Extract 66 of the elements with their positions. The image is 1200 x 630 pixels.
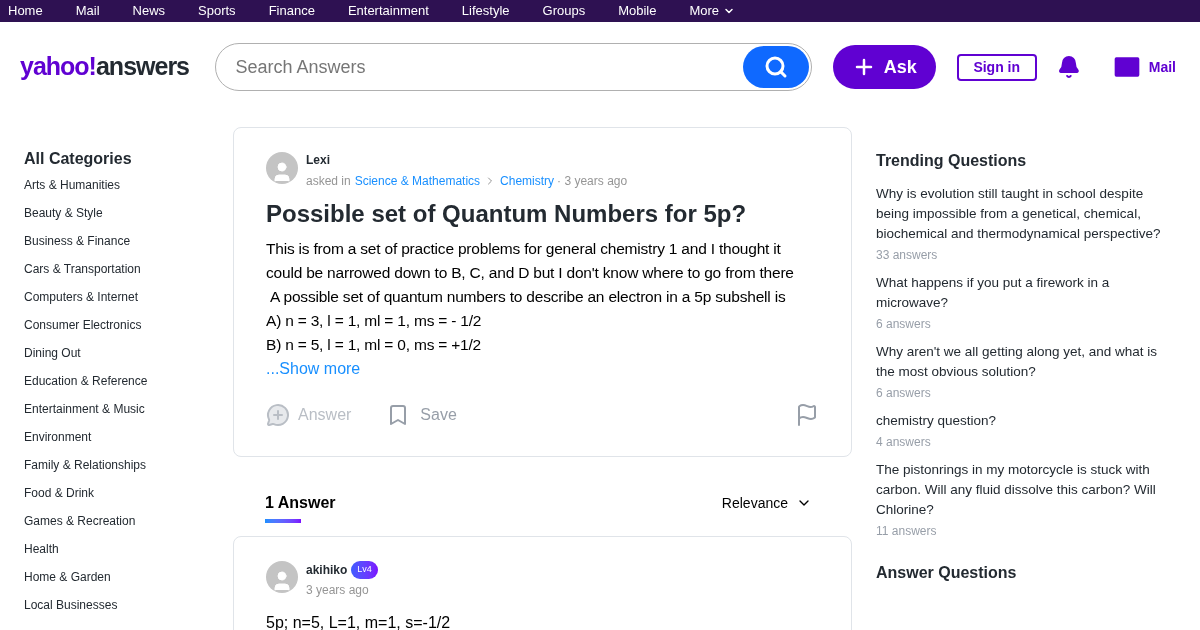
- nav-link[interactable]: Home: [8, 1, 43, 21]
- sort-dropdown[interactable]: Relevance: [721, 493, 812, 513]
- trending-title: Trending Questions: [876, 151, 1028, 171]
- mail-link[interactable]: Mail: [1148, 57, 1176, 77]
- nav-link[interactable]: More: [689, 1, 736, 21]
- question-title: Possible set of Quantum Numbers for 5p?: [266, 199, 748, 229]
- category-link[interactable]: Entertainment & Music: [24, 401, 233, 429]
- trending-question-link[interactable]: The pistonrings in my motorcycle is stuck with carbon. Will any fluid dissolve this carbon? Will Chlorine?: [876, 460, 1162, 520]
- nav-link[interactable]: Lifestyle: [461, 1, 510, 21]
- answers-count-heading: 1 Answer: [265, 493, 336, 513]
- avatar-icon: [266, 152, 298, 184]
- nav-link[interactable]: Groups: [542, 1, 586, 21]
- nav-link[interactable]: Mobile: [618, 1, 657, 21]
- question-time: · 3 years ago: [557, 173, 628, 189]
- trending-question-link[interactable]: Why aren't we all getting along yet, and what is the most obvious solution?: [876, 342, 1162, 382]
- category-link[interactable]: Education & Reference: [24, 373, 233, 401]
- nav-link[interactable]: News: [132, 1, 166, 21]
- answer-count: 11 answers: [876, 523, 938, 539]
- trending-question-link[interactable]: chemistry question?: [876, 411, 1162, 431]
- category-link[interactable]: Health: [24, 541, 233, 569]
- category-link[interactable]: Business & Finance: [24, 233, 233, 261]
- category-link[interactable]: Dining Out: [24, 345, 233, 373]
- heading-underline: [265, 519, 301, 523]
- logo[interactable]: yahoo!answers: [20, 48, 215, 86]
- category-link[interactable]: Games & Recreation: [24, 513, 233, 541]
- question-text: B) n = 5, l = 1, ml = 0, ms = +1/2: [266, 335, 483, 355]
- answer-count: 33 answers: [876, 247, 939, 263]
- category-link[interactable]: Environment: [24, 429, 233, 457]
- question-text: A) n = 3, l = 1, ml = 1, ms = - 1/2: [266, 311, 483, 331]
- nav-link[interactable]: Entertainment: [347, 1, 429, 21]
- nav-link[interactable]: Finance: [268, 1, 315, 21]
- category-link[interactable]: Family & Relationships: [24, 457, 233, 485]
- trending-question-link[interactable]: What happens if you put a firework in a microwave?: [876, 273, 1162, 313]
- answer-text: 5p; n=5, L=1, m=1, s=-1/2: [266, 612, 452, 630]
- nav-link[interactable]: Mail: [75, 1, 100, 21]
- flag-icon[interactable]: [795, 403, 819, 427]
- level-badge: Lv4: [351, 561, 378, 579]
- search-icon: [764, 55, 789, 79]
- search-field[interactable]: Search Answers: [235, 53, 744, 81]
- answer-count: 6 answers: [876, 385, 932, 401]
- trending-question-link[interactable]: Why is evolution still taught in school despite being impossible from a genetical, chemical, biochemical and thermodynamical perspective?: [876, 184, 1162, 244]
- category-link[interactable]: Cars & Transportation: [24, 261, 233, 289]
- nav-link[interactable]: Sports: [198, 1, 236, 21]
- sign-in-button[interactable]: Sign in: [956, 53, 1037, 81]
- category-link[interactable]: Local Businesses: [24, 597, 233, 625]
- answer-questions-title: Answer Questions: [876, 563, 1018, 583]
- asked-in-label: asked in: [306, 173, 351, 189]
- sidebar-title: All Categories: [24, 149, 133, 169]
- question-text: A possible set of quantum numbers to describe an electron in a 5p subshell is: [269, 287, 787, 307]
- answer-count: 4 answers: [876, 434, 932, 450]
- answer-time: 3 years ago: [306, 581, 370, 598]
- category-link[interactable]: Beauty & Style: [24, 205, 233, 233]
- avatar-icon: [266, 561, 298, 593]
- author-name[interactable]: Lexi: [306, 152, 628, 168]
- category-link[interactable]: Computers & Internet: [24, 289, 233, 317]
- question-text: This is from a set of practice problems for general chemistry 1 and I thought it could be narrowed down to B, C, and D but I don't know where to go from there: [266, 239, 795, 283]
- notification-bell-icon[interactable]: [1056, 55, 1081, 79]
- ask-button[interactable]: Ask: [833, 45, 936, 89]
- search-button[interactable]: [743, 46, 810, 88]
- comment-plus-icon: [266, 403, 290, 427]
- author-name[interactable]: akihiko: [306, 561, 348, 578]
- category-link[interactable]: Home & Garden: [24, 569, 233, 597]
- answer-count: 6 answers: [876, 316, 932, 332]
- category-link[interactable]: Arts & Humanities: [24, 177, 233, 205]
- category-link[interactable]: Food & Drink: [24, 485, 233, 513]
- category-link[interactable]: Consumer Electronics: [24, 317, 233, 345]
